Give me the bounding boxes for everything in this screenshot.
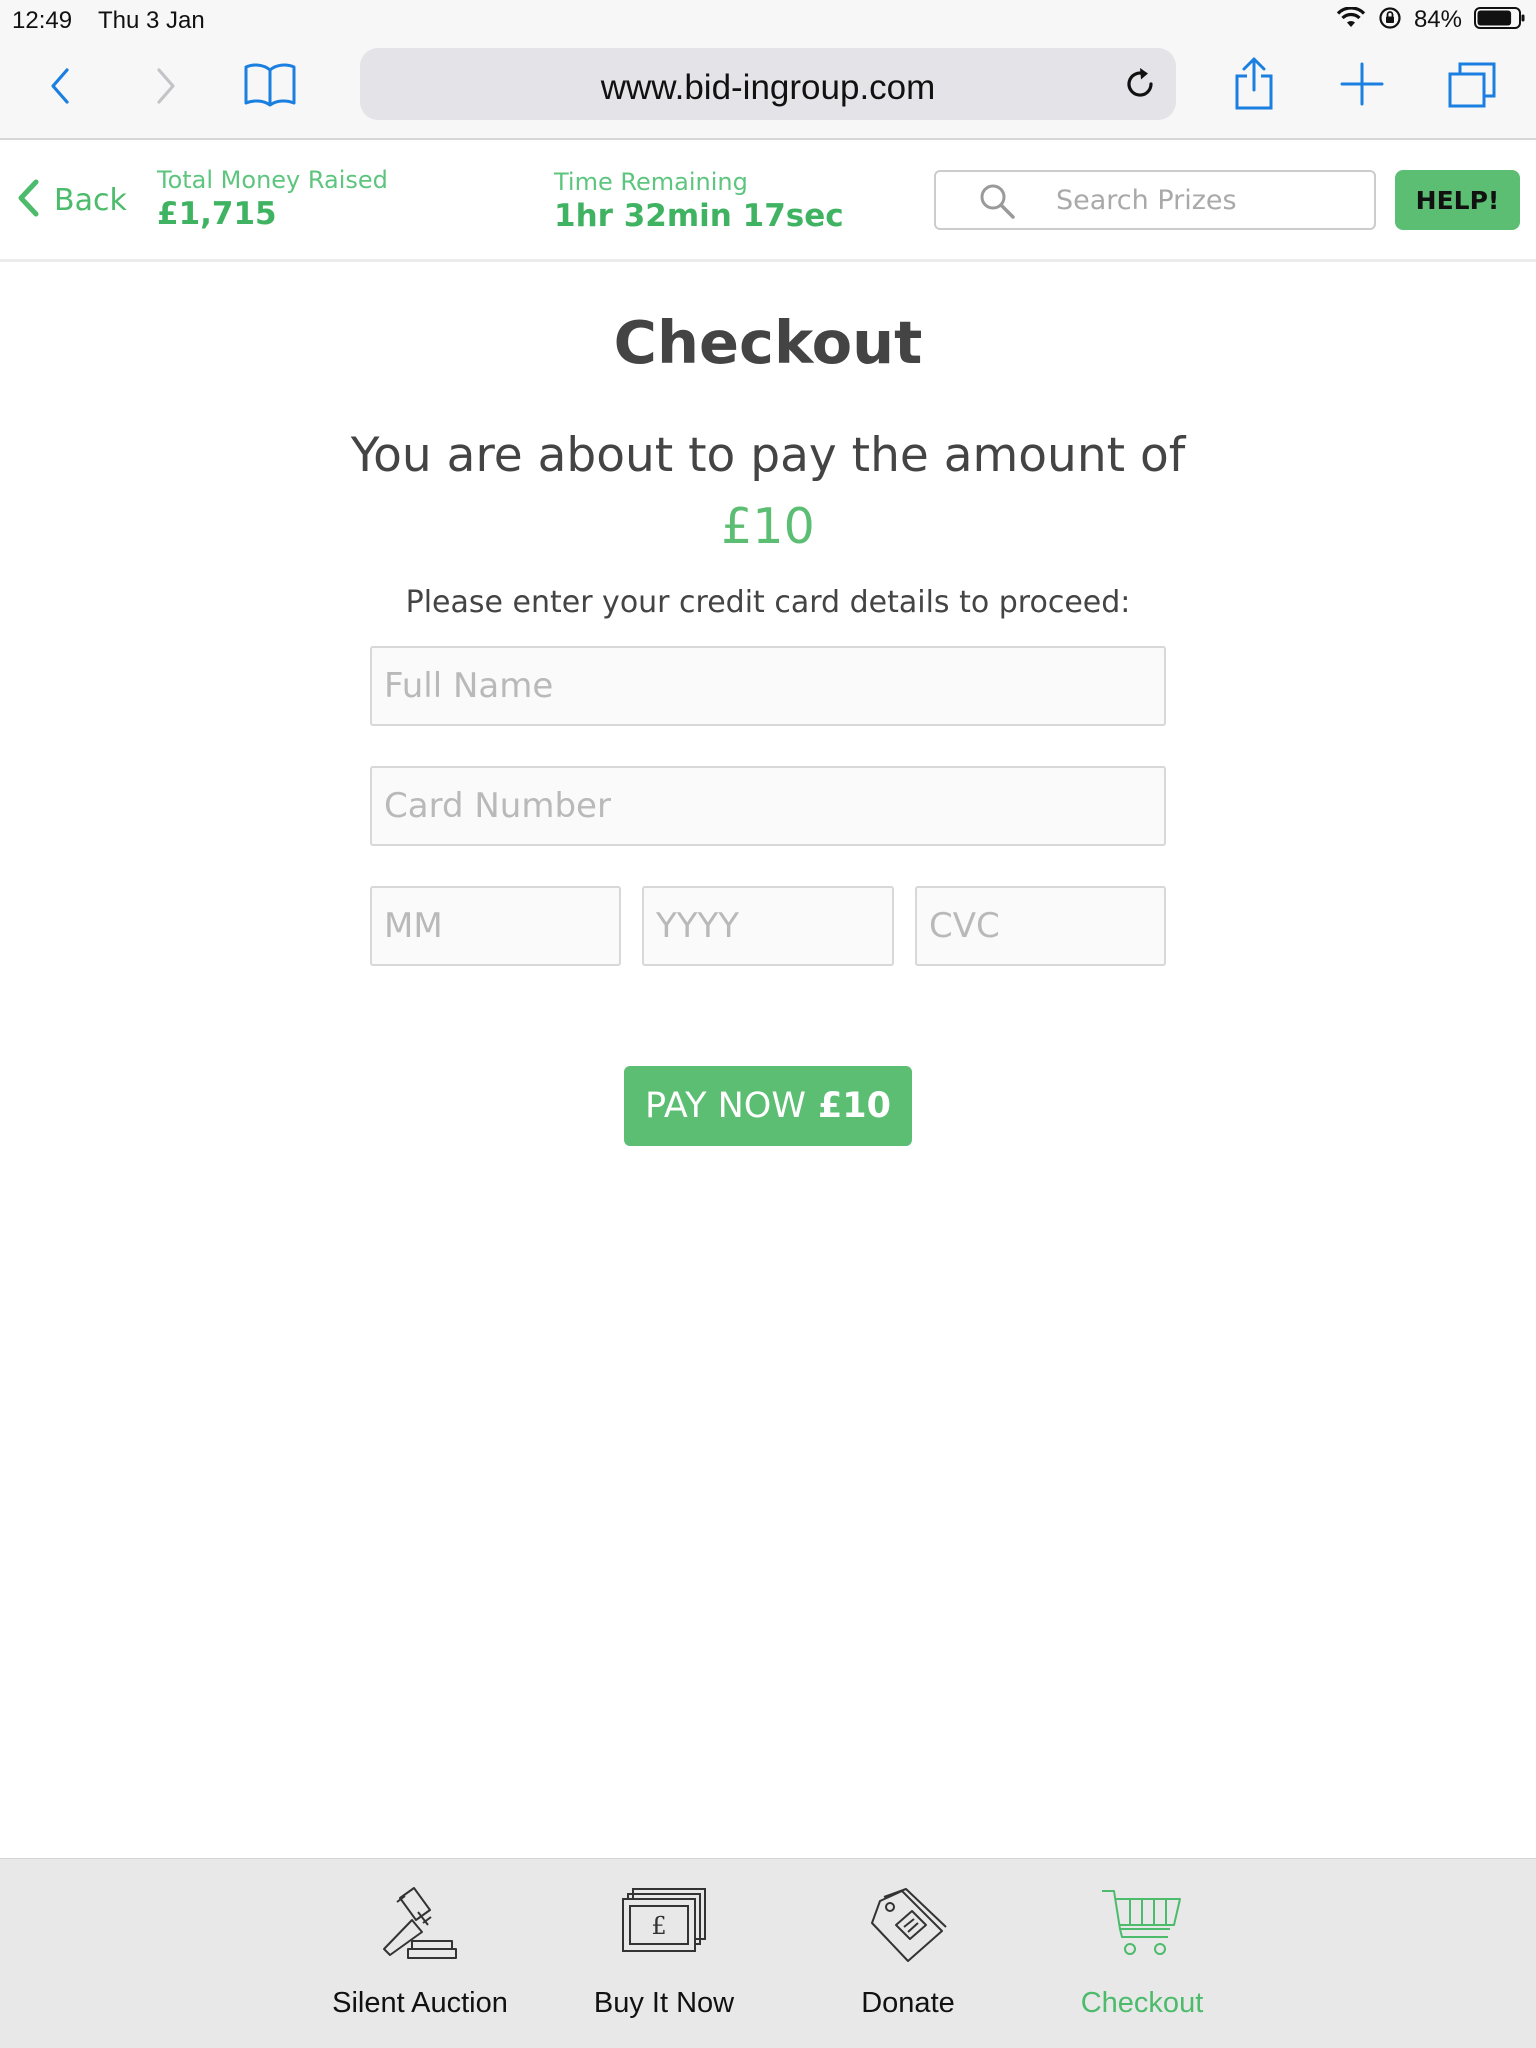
time-remaining-value: 1hr 32min 17sec <box>554 198 844 234</box>
card-number-field[interactable] <box>370 766 1166 846</box>
share-button[interactable] <box>1222 54 1286 118</box>
tab-label-silent-auction: Silent Auction <box>332 1987 508 2019</box>
cvc-field[interactable] <box>915 886 1166 966</box>
tab-label-checkout: Checkout <box>1080 1987 1204 2019</box>
tab-donate[interactable]: Donate <box>788 1859 1028 2048</box>
chevron-left-icon <box>14 178 42 222</box>
full-name-field[interactable] <box>370 646 1166 726</box>
tabs-overview-icon <box>1446 60 1498 112</box>
price-tag-icon <box>868 1885 948 1969</box>
browser-back-button[interactable] <box>28 54 92 118</box>
plus-icon <box>1340 62 1384 110</box>
page-title: Checkout <box>613 308 923 377</box>
expiry-month-field[interactable] <box>370 886 621 966</box>
banknote-icon: £ <box>619 1885 709 1959</box>
status-date: Thu 3 Jan <box>98 7 205 34</box>
expiry-year-field[interactable] <box>642 886 894 966</box>
wifi-icon <box>1336 6 1366 33</box>
time-remaining-label: Time Remaining <box>554 168 748 196</box>
tab-label-buy-it-now: Buy It Now <box>593 1987 735 2019</box>
back-button[interactable]: Back <box>14 178 127 222</box>
cart-icon <box>1100 1885 1184 1967</box>
status-indicators: 84% <box>1336 6 1526 34</box>
share-icon <box>1232 56 1276 116</box>
bottom-tab-bar: Silent Auction £ Buy It Now Donate Check… <box>0 1858 1536 2048</box>
search-icon <box>978 182 1016 224</box>
search-input[interactable] <box>1056 176 1356 224</box>
tab-checkout[interactable]: Checkout <box>1022 1859 1262 2048</box>
tab-label-donate: Donate <box>861 1987 955 2019</box>
status-bar: 12:49 Thu 3 Jan 84% <box>0 0 1536 40</box>
payment-lead-text: You are about to pay the amount of <box>350 428 1186 483</box>
help-button[interactable]: HELP! <box>1395 170 1520 230</box>
payment-amount: £10 <box>721 498 815 555</box>
status-time: 12:49 <box>12 7 73 34</box>
rotation-lock-icon <box>1378 6 1402 34</box>
tab-buy-it-now[interactable]: £ Buy It Now <box>544 1859 784 2048</box>
tabs-button[interactable] <box>1440 54 1504 118</box>
gavel-icon <box>378 1885 462 1969</box>
total-money-value: £1,715 <box>157 196 277 232</box>
battery-icon <box>1474 6 1526 34</box>
pay-now-amount: £10 <box>817 1086 891 1126</box>
bookmarks-button[interactable] <box>238 54 302 118</box>
bookmarks-book-icon <box>243 61 297 111</box>
url-text: www.bid-ingroup.com <box>600 68 936 107</box>
back-label: Back <box>54 182 127 218</box>
search-box[interactable] <box>934 170 1376 230</box>
browser-forward-button[interactable] <box>134 54 198 118</box>
new-tab-button[interactable] <box>1330 54 1394 118</box>
pay-now-label: PAY NOW <box>645 1086 806 1126</box>
browser-toolbar: www.bid-ingroup.com <box>0 40 1536 140</box>
reload-icon[interactable] <box>1118 62 1162 106</box>
svg-text:£: £ <box>651 1912 666 1940</box>
pay-now-button[interactable]: PAY NOW £10 <box>624 1066 912 1146</box>
app-header: Back Total Money Raised £1,715 Time Rema… <box>0 142 1536 262</box>
total-money-label: Total Money Raised <box>157 166 388 194</box>
battery-percent: 84% <box>1413 6 1462 33</box>
tab-silent-auction[interactable]: Silent Auction <box>300 1859 540 2048</box>
address-bar[interactable]: www.bid-ingroup.com <box>360 48 1176 120</box>
card-instructions: Please enter your credit card details to… <box>405 585 1131 620</box>
